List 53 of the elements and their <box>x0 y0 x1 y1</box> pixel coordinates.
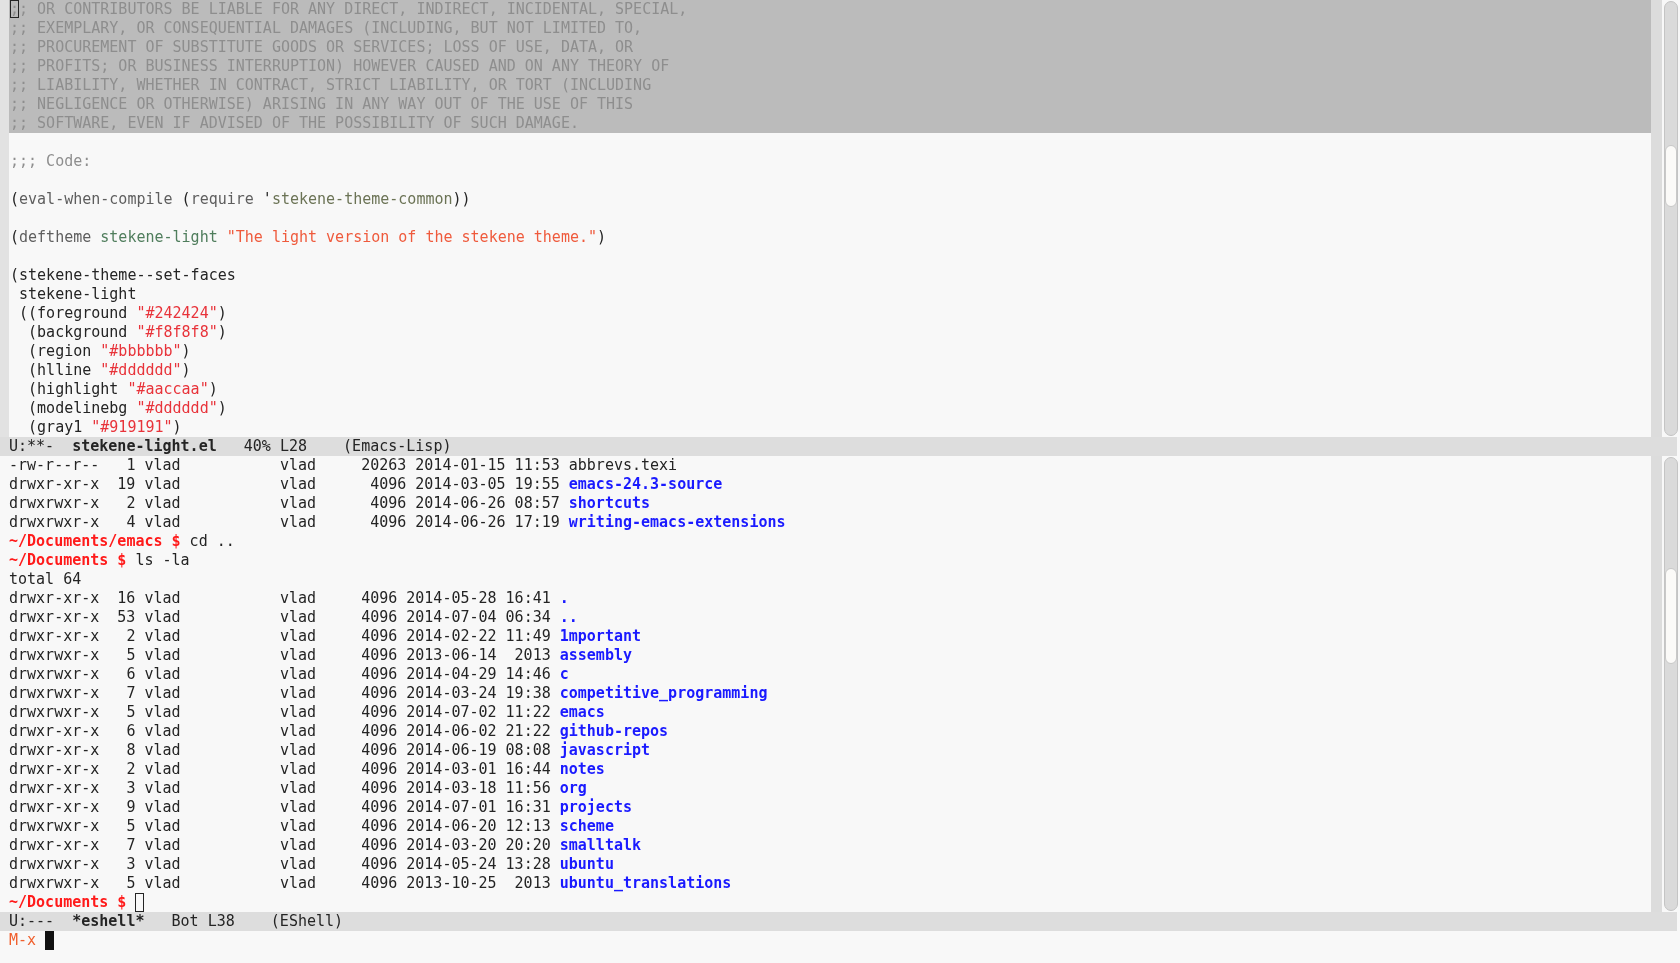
shell-command: cd .. <box>189 532 235 551</box>
code-line: (gray1 "#919191") <box>27 418 183 437</box>
file-listing-row-text: drwxrwxr-x 3 vlad vlad 4096 2014-05-24 13:28 ubuntu <box>9 855 615 874</box>
file-listing-row-text: drwxrwxr-x 7 vlad vlad 4096 2014-03-24 19:38 competitive_programming <box>9 684 769 703</box>
shell-prompt: ~/Documents $ <box>9 893 127 912</box>
code-line: (modelinebg "#dddddd") <box>27 399 228 418</box>
scrollbar-thumb[interactable] <box>1665 145 1677 207</box>
buffer-status: U:**- <box>9 437 55 456</box>
file-listing-row-text: drwxr-xr-x 53 vlad vlad 4096 2014-07-04 06:34 .. <box>9 608 579 627</box>
scrollbar-thumb[interactable] <box>1665 568 1677 664</box>
shell-command: ls -la <box>135 551 190 570</box>
file-listing-row-text: drwxrwxr-x 5 vlad vlad 4096 2013-06-14 2013 assembly <box>9 646 633 665</box>
major-mode: (Emacs-Lisp) <box>343 437 452 456</box>
file-listing-row-text: drwxr-xr-x 6 vlad vlad 4096 2014-06-02 21:22 github-repos <box>9 722 670 741</box>
code-line: (deftheme stekene-light "The light version of the stekene theme.") <box>9 228 608 247</box>
minibuffer-prompt: M-x <box>9 931 37 950</box>
file-listing-row-text: drwxr-xr-x 2 vlad vlad 4096 2014-02-22 11:49 1mportant <box>9 627 642 646</box>
code-line: ;;; Code: <box>9 152 93 171</box>
code-line: (hlline "#dddddd") <box>27 361 192 380</box>
file-listing-row-text: drwxrwxr-x 5 vlad vlad 4096 2013-10-25 2013 ubuntu_translations <box>9 874 733 893</box>
buffer-position: 40% <box>243 437 271 456</box>
code-line: (stekene-theme--set-faces <box>9 266 237 285</box>
file-listing-row-text: -rw-r--r-- 1 vlad vlad 20263 2014-01-15 11:53 abbrevs.texi <box>9 456 679 475</box>
shell-prompt: ~/Documents/emacs $ <box>9 532 181 551</box>
code-line: stekene-light <box>18 285 138 304</box>
major-mode: (EShell) <box>270 912 344 931</box>
code-line: (background "#f8f8f8") <box>27 323 228 342</box>
file-listing-row-text: drwxrwxr-x 5 vlad vlad 4096 2014-07-02 11:22 emacs <box>9 703 606 722</box>
code-line: (eval-when-compile (require 'stekene-theme-common)) <box>9 190 472 209</box>
file-listing-row-text: drwxr-xr-x 16 vlad vlad 4096 2014-05-28 16:41 . <box>9 589 570 608</box>
code-line: ((foreground "#242424") <box>18 304 228 323</box>
code-line: (highlight "#aaccaa") <box>27 380 219 399</box>
buffer-position: Bot <box>171 912 199 931</box>
scrollbar-track[interactable] <box>1664 1 1678 436</box>
buffer-name: stekene-light.el <box>72 437 217 456</box>
file-listing-row-text: drwxr-xr-x 3 vlad vlad 4096 2014-03-18 11:56 org <box>9 779 588 798</box>
file-listing-row-text: drwxr-xr-x 2 vlad vlad 4096 2014-03-01 16:44 notes <box>9 760 606 779</box>
file-listing-row-text: drwxr-xr-x 19 vlad vlad 4096 2014-03-05 19:55 emacs-24.3-source <box>9 475 724 494</box>
line-number: L38 <box>207 912 235 931</box>
shell-output: total 64 <box>9 570 83 589</box>
file-listing-row-text: drwxrwxr-x 4 vlad vlad 4096 2014-06-26 17:19 writing-emacs-extensions <box>9 513 787 532</box>
file-listing-row-text: drwxr-xr-x 9 vlad vlad 4096 2014-07-01 16:31 projects <box>9 798 633 817</box>
code-line: (region "#bbbbbb") <box>27 342 192 361</box>
buffer-status: U:--- <box>9 912 55 931</box>
shell-prompt: ~/Documents $ <box>9 551 127 570</box>
scrollbar-track[interactable] <box>1664 457 1678 911</box>
file-listing-row-text: drwxrwxr-x 6 vlad vlad 4096 2014-04-29 14:46 c <box>9 665 570 684</box>
line-number: L28 <box>279 437 307 456</box>
file-listing-row-text: drwxr-xr-x 8 vlad vlad 4096 2014-06-19 08:08 javascript <box>9 741 652 760</box>
file-listing-row-text: drwxrwxr-x 5 vlad vlad 4096 2014-06-20 12:13 scheme <box>9 817 615 836</box>
file-listing-row-text: drwxrwxr-x 2 vlad vlad 4096 2014-06-26 08:57 shortcuts <box>9 494 652 513</box>
buffer-name: *eshell* <box>72 912 145 931</box>
file-listing-row-text: drwxr-xr-x 7 vlad vlad 4096 2014-03-20 20:20 smalltalk <box>9 836 642 855</box>
